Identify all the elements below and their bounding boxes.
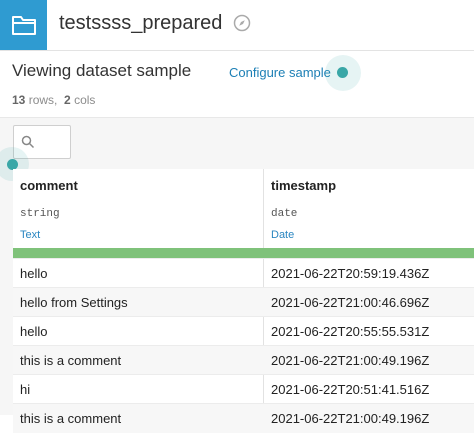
cell-comment: this is a comment	[20, 353, 122, 368]
cell-comment: this is a comment	[20, 411, 122, 426]
cell-timestamp: 2021-06-22T21:00:46.696Z	[271, 295, 430, 310]
rows-count: 13	[12, 93, 26, 107]
data-quality-bar	[13, 248, 474, 258]
cell-timestamp: 2021-06-22T20:55:55.531Z	[271, 324, 430, 339]
dataset-counts: 13 rows, 2 cols	[12, 93, 95, 107]
data-table: comment string Text timestamp date Date …	[13, 169, 474, 433]
meaning-comment[interactable]: Text	[20, 229, 40, 241]
rows-label: rows,	[28, 93, 58, 107]
row-gutter	[0, 169, 13, 415]
column-header-comment[interactable]: comment	[20, 178, 78, 193]
table-row[interactable]: hello 2021-06-22T20:55:55.531Z	[13, 316, 474, 346]
compass-icon[interactable]	[233, 14, 251, 37]
cols-label: cols	[74, 93, 96, 107]
storage-type-comment: string	[20, 208, 60, 220]
cell-timestamp: 2021-06-22T21:00:49.196Z	[271, 353, 430, 368]
cell-comment: hello	[20, 266, 48, 281]
table-row[interactable]: hello from Settings 2021-06-22T21:00:46.…	[13, 287, 474, 317]
dataset-header: testssss_prepared	[0, 0, 474, 51]
dataset-name: testssss_prepared	[59, 12, 223, 34]
meaning-timestamp[interactable]: Date	[271, 229, 294, 241]
storage-type-timestamp: date	[271, 208, 298, 220]
column-header-timestamp[interactable]: timestamp	[271, 178, 336, 193]
table-row[interactable]: hello 2021-06-22T20:59:19.436Z	[13, 258, 474, 288]
hint-dot[interactable]	[337, 67, 348, 78]
sample-info-bar: Viewing dataset sample Configure sample …	[0, 51, 474, 117]
cell-comment: hello from Settings	[20, 295, 128, 310]
search-area	[0, 117, 474, 170]
folder-icon[interactable]	[0, 0, 47, 50]
cell-comment: hi	[20, 382, 31, 397]
table-row[interactable]: this is a comment 2021-06-22T21:00:49.19…	[13, 403, 474, 433]
cell-timestamp: 2021-06-22T21:00:49.196Z	[271, 411, 430, 426]
table-row[interactable]: hi 2021-06-22T20:51:41.516Z	[13, 374, 474, 404]
cell-timestamp: 2021-06-22T20:59:19.436Z	[271, 266, 430, 281]
page-title: Viewing dataset sample	[12, 61, 192, 80]
configure-sample-link[interactable]: Configure sample	[229, 65, 331, 80]
search-icon	[21, 135, 35, 149]
cell-comment: hello	[20, 324, 48, 339]
cols-count: 2	[64, 93, 71, 107]
table-row[interactable]: this is a comment 2021-06-22T21:00:49.19…	[13, 345, 474, 375]
cell-timestamp: 2021-06-22T20:51:41.516Z	[271, 382, 430, 397]
